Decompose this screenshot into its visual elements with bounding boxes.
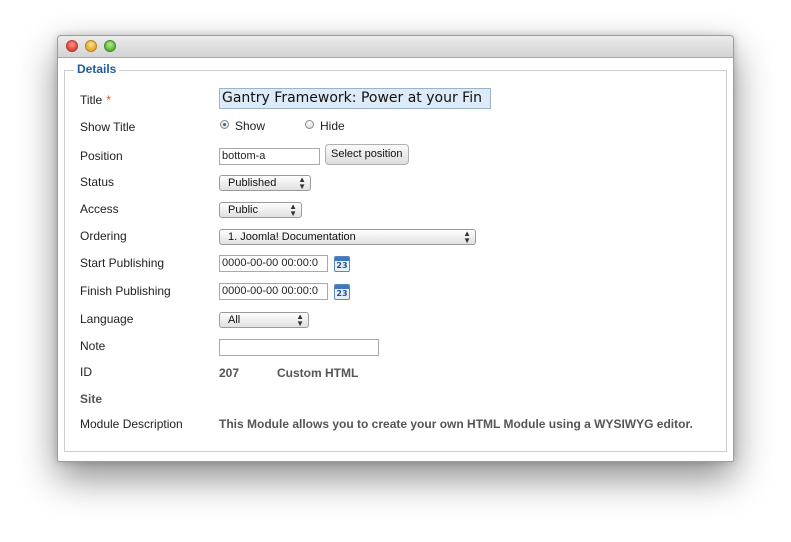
site-heading: Site (80, 392, 103, 406)
required-marker: * (106, 93, 111, 107)
ordering-select[interactable]: 1. Joomla! Documentation ▲ ▼ (219, 229, 476, 245)
language-label: Language (80, 312, 134, 326)
status-label: Status (80, 175, 115, 189)
start-publishing-input[interactable]: 0000-00-00 00:00:0 (219, 255, 328, 272)
id-label: ID (80, 365, 92, 379)
start-publishing-label: Start Publishing (80, 256, 165, 270)
status-value: Published (228, 177, 277, 189)
select-arrows-icon: ▲ ▼ (463, 229, 471, 245)
close-window-button[interactable] (66, 40, 78, 52)
ordering-value: 1. Joomla! Documentation (228, 231, 356, 243)
window: Details Title * Gantry Framework: Power a… (57, 35, 734, 462)
id-value: 207 (219, 366, 240, 380)
show-title-label: Show Title (80, 120, 136, 134)
ordering-label: Ordering (80, 229, 127, 243)
title-input[interactable]: Gantry Framework: Power at your Fin (219, 88, 491, 109)
select-arrows-icon: ▲ ▼ (296, 312, 304, 328)
module-description-text: This Module allows you to create your ow… (219, 417, 693, 431)
language-value: All (228, 314, 241, 326)
access-value: Public (228, 204, 258, 216)
calendar-icon[interactable]: 23 (334, 284, 350, 300)
finish-publishing-label: Finish Publishing (80, 284, 171, 298)
finish-publishing-input[interactable]: 0000-00-00 00:00:0 (219, 283, 328, 300)
show-title-show-label[interactable]: Show (235, 119, 265, 133)
show-title-hide-label[interactable]: Hide (320, 119, 345, 133)
module-type: Custom HTML (277, 366, 359, 380)
access-label: Access (80, 202, 119, 216)
calendar-icon[interactable]: 23 (334, 256, 350, 272)
position-input[interactable]: bottom-a (219, 148, 320, 165)
select-arrows-icon: ▲ ▼ (289, 202, 297, 218)
show-title-hide-radio[interactable] (305, 120, 314, 129)
note-label: Note (80, 339, 106, 353)
module-description-label: Module Description (80, 417, 183, 431)
minimize-window-button[interactable] (85, 40, 97, 52)
position-label: Position (80, 149, 123, 163)
language-select[interactable]: All ▲ ▼ (219, 312, 309, 328)
status-select[interactable]: Published ▲ ▼ (219, 175, 311, 191)
select-arrows-icon: ▲ ▼ (298, 175, 306, 191)
select-position-button[interactable]: Select position (325, 144, 409, 165)
title-bar (58, 36, 733, 58)
zoom-window-button[interactable] (104, 40, 116, 52)
show-title-show-radio[interactable] (220, 120, 229, 129)
title-label: Title * (80, 93, 111, 107)
access-select[interactable]: Public ▲ ▼ (219, 202, 302, 218)
details-legend: Details (74, 62, 120, 76)
note-input[interactable] (219, 339, 379, 356)
